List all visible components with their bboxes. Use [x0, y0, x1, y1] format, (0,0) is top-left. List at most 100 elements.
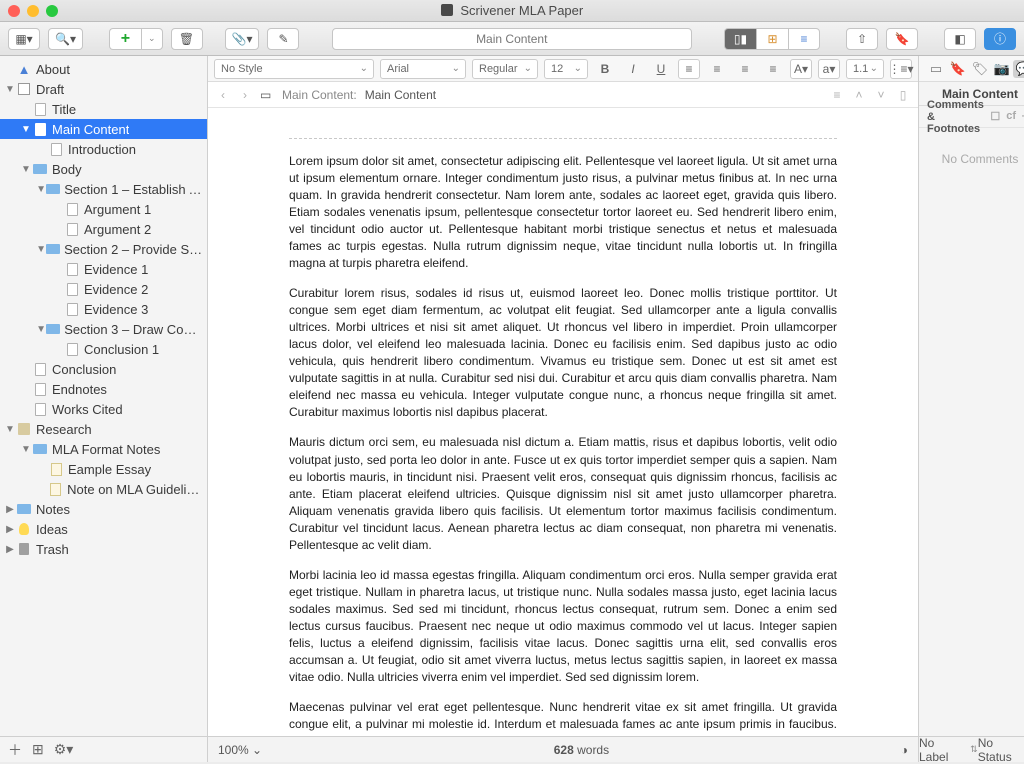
weight-select[interactable]: Regular: [472, 59, 538, 79]
paragraph[interactable]: Curabitur lorem risus, sodales id risus …: [289, 285, 837, 421]
disclosure-triangle[interactable]: ▶: [4, 504, 16, 515]
composition-mode-button[interactable]: ◧: [944, 28, 976, 50]
inspector-tab-bookmarks[interactable]: 🔖: [947, 60, 969, 78]
disclosure-triangle[interactable]: ▼: [36, 244, 46, 255]
linespacing-select[interactable]: 1.1: [846, 59, 884, 79]
binder-item[interactable]: Introduction: [0, 139, 207, 159]
binder-item[interactable]: ▶Notes: [0, 499, 207, 519]
binder-item[interactable]: Eample Essay: [0, 459, 207, 479]
align-center-button[interactable]: ≡: [706, 59, 728, 79]
binder-item[interactable]: ▼MLA Format Notes: [0, 439, 207, 459]
disclosure-triangle[interactable]: ▼: [36, 184, 46, 195]
label-select[interactable]: No Label: [919, 736, 978, 764]
binder-item[interactable]: ▼Research: [0, 419, 207, 439]
binder-item[interactable]: Evidence 2: [0, 279, 207, 299]
bold-button[interactable]: B: [594, 59, 616, 79]
font-select[interactable]: Arial: [380, 59, 466, 79]
bookmark-button[interactable]: 🔖: [886, 28, 918, 50]
editor-body[interactable]: Lorem ipsum dolor sit amet, consectetur …: [208, 108, 918, 736]
binder-item[interactable]: Conclusion: [0, 359, 207, 379]
align-right-button[interactable]: ≡: [734, 59, 756, 79]
binder-item[interactable]: ▼Main Content: [0, 119, 207, 139]
highlight-button[interactable]: a▾: [818, 59, 840, 79]
close-window-button[interactable]: [8, 5, 20, 17]
binder-item[interactable]: ▶Trash: [0, 539, 207, 559]
binder-tree[interactable]: ▲About▼DraftTitle▼Main ContentIntroducti…: [0, 56, 207, 736]
binder-item[interactable]: ▼Body: [0, 159, 207, 179]
binder-item[interactable]: ▲About: [0, 59, 207, 79]
binder-item[interactable]: ▼Section 1 – Establish Argu...: [0, 179, 207, 199]
disclosure-triangle[interactable]: ▼: [20, 444, 32, 455]
paragraph[interactable]: Lorem ipsum dolor sit amet, consectetur …: [289, 153, 837, 272]
text-color-button[interactable]: A▾: [790, 59, 812, 79]
editor-menu-button[interactable]: ≡: [830, 88, 844, 102]
compose-button[interactable]: ✎: [267, 28, 299, 50]
size-select[interactable]: 12: [544, 59, 588, 79]
inspector-tab-notes[interactable]: ▭: [925, 60, 947, 78]
disclosure-triangle[interactable]: ▼: [4, 424, 16, 435]
disclosure-triangle[interactable]: ▼: [4, 84, 16, 95]
binder-item[interactable]: Note on MLA Guidelines: [0, 479, 207, 499]
binder-item[interactable]: Argument 1: [0, 199, 207, 219]
binder-item[interactable]: Works Cited: [0, 399, 207, 419]
binder-add-folder-button[interactable]: ⊞: [32, 741, 44, 758]
status-select[interactable]: No Status: [978, 736, 1024, 764]
attachment-button[interactable]: 📎▾: [225, 28, 260, 50]
title-search-input[interactable]: [332, 28, 692, 50]
binder-toggle-button[interactable]: ▦▾: [8, 28, 40, 50]
underline-button[interactable]: U: [650, 59, 672, 79]
zoom-select[interactable]: 100% ⌄: [218, 743, 262, 757]
disclosure-triangle[interactable]: ▼: [20, 164, 32, 175]
italic-button[interactable]: I: [622, 59, 644, 79]
inspector-cf-label[interactable]: cf: [1006, 110, 1016, 123]
trash-button[interactable]: 🗑: [171, 28, 203, 50]
nav-back-button[interactable]: ‹: [216, 88, 230, 102]
align-justify-button[interactable]: ≡: [762, 59, 784, 79]
binder-item[interactable]: Argument 2: [0, 219, 207, 239]
nav-forward-button[interactable]: ›: [238, 88, 252, 102]
binder-item[interactable]: ▼Section 3 – Draw Conclusi...: [0, 319, 207, 339]
binder-item[interactable]: Evidence 3: [0, 299, 207, 319]
align-left-button[interactable]: ≡: [678, 59, 700, 79]
binder-item[interactable]: Conclusion 1: [0, 339, 207, 359]
word-count[interactable]: 628 words: [262, 743, 901, 757]
disclosure-triangle[interactable]: ▼: [20, 124, 32, 135]
document-text[interactable]: Lorem ipsum dolor sit amet, consectetur …: [289, 138, 837, 736]
zoom-window-button[interactable]: [46, 5, 58, 17]
paragraph[interactable]: Mauris dictum orci sem, eu malesuada nis…: [289, 434, 837, 553]
compile-button[interactable]: ⇧: [846, 28, 878, 50]
disclosure-triangle[interactable]: ▶: [4, 524, 16, 535]
disclosure-triangle[interactable]: ▼: [36, 324, 46, 335]
binder-item[interactable]: ▼Draft: [0, 79, 207, 99]
minimize-window-button[interactable]: [27, 5, 39, 17]
binder-item[interactable]: Title: [0, 99, 207, 119]
binder-item[interactable]: ▼Section 2 – Provide Suppo...: [0, 239, 207, 259]
view-outline-button[interactable]: ≡: [788, 28, 820, 50]
inspector-tab-metadata[interactable]: 🏷: [969, 60, 991, 78]
binder-add-button[interactable]: ＋: [8, 740, 22, 760]
path-doc[interactable]: Main Content: [365, 88, 436, 102]
inspector-tab-comments[interactable]: 💬: [1013, 60, 1024, 78]
inspector-toggle-button[interactable]: ⓘ: [984, 28, 1016, 50]
editor-up-button[interactable]: ˄: [852, 88, 866, 102]
editor-split-button[interactable]: ▯: [896, 88, 910, 102]
folder-icon: [16, 502, 32, 516]
disclosure-triangle[interactable]: ▶: [4, 544, 16, 555]
add-menu-button[interactable]: ⌄: [141, 28, 163, 50]
binder-gear-button[interactable]: ⚙▾: [54, 741, 74, 758]
binder-item[interactable]: ▶Ideas: [0, 519, 207, 539]
binder-item[interactable]: Evidence 1: [0, 259, 207, 279]
target-button[interactable]: ◑: [901, 743, 908, 757]
binder-item[interactable]: Endnotes: [0, 379, 207, 399]
paragraph[interactable]: Morbi lacinia leo id massa egestas fring…: [289, 567, 837, 686]
paragraph[interactable]: Maecenas pulvinar vel erat eget pellente…: [289, 699, 837, 736]
inspector-comment-icon[interactable]: ☐: [990, 110, 1000, 123]
style-select[interactable]: No Style: [214, 59, 374, 79]
editor-down-button[interactable]: ˅: [874, 88, 888, 102]
view-corkboard-button[interactable]: ⊞: [756, 28, 788, 50]
view-document-button[interactable]: ▯▮: [724, 28, 756, 50]
list-button[interactable]: ⋮≡▾: [890, 59, 912, 79]
search-button[interactable]: 🔍▾: [48, 28, 83, 50]
add-button[interactable]: +: [109, 28, 141, 50]
inspector-tab-snapshots[interactable]: 📷: [991, 60, 1013, 78]
